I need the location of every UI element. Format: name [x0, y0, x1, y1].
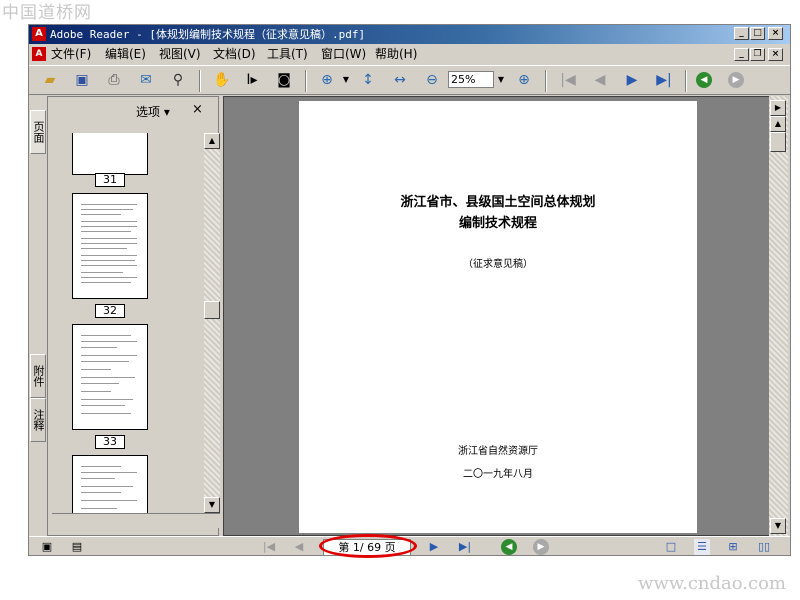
window-title: Adobe Reader - [体规划编制技术规程（征求意见稿）.pdf]: [50, 28, 366, 41]
status-previous-page-icon[interactable]: ◀: [291, 539, 307, 555]
continuous-icon[interactable]: ☰: [694, 539, 710, 555]
scroll-up-icon[interactable]: ▲: [204, 133, 220, 149]
document-icon: A: [32, 47, 46, 61]
thumbnail-hscrollbar[interactable]: [52, 513, 220, 528]
scroll-up-icon[interactable]: ▲: [770, 116, 786, 132]
previous-page-icon[interactable]: ◀: [589, 70, 611, 90]
panel-toggle-icon[interactable]: ▶: [770, 100, 786, 116]
scroll-thumb[interactable]: [204, 301, 220, 319]
zoom-out-icon[interactable]: ⊖: [421, 70, 443, 90]
document-title-line2: 编制技术规程: [458, 216, 537, 231]
scroll-down-icon[interactable]: ▼: [770, 518, 786, 534]
thumbnail-scrollbar[interactable]: ▲ ▼: [204, 133, 220, 513]
adobe-icon: A: [32, 27, 46, 41]
thumbnail-page[interactable]: [72, 133, 148, 175]
open-icon[interactable]: ▰: [39, 70, 61, 90]
tab-pages[interactable]: 页面: [30, 110, 46, 154]
close-button[interactable]: ×: [768, 27, 783, 40]
doc-close-button[interactable]: ×: [768, 48, 783, 61]
single-page-icon[interactable]: □: [663, 539, 679, 555]
previous-view-icon[interactable]: ◀: [696, 72, 712, 88]
navigation-tabs: 页面 附件 注释: [29, 96, 47, 536]
status-next-page-icon[interactable]: ▶: [426, 539, 442, 555]
status-last-page-icon[interactable]: ▶|: [457, 539, 473, 555]
highlight-circle: [319, 534, 417, 558]
status-next-view-icon[interactable]: ▶: [533, 539, 549, 555]
adobe-reader-window: A Adobe Reader - [体规划编制技术规程（征求意见稿）.pdf] …: [28, 24, 791, 558]
toolbar-separator: [199, 70, 201, 92]
binoculars-icon[interactable]: ⚲: [167, 70, 189, 90]
document-subtitle: （征求意见稿）: [463, 259, 533, 270]
scroll-down-icon[interactable]: ▼: [204, 497, 220, 513]
thumbnail-page[interactable]: [72, 455, 148, 513]
options-menu[interactable]: 选项 ▾: [136, 103, 170, 120]
document-page: 浙江省市、县级国土空间总体规划 编制技术规程 （征求意见稿） 浙江省自然资源厅 …: [299, 101, 697, 533]
menu-window[interactable]: 窗口(W): [321, 47, 366, 62]
minimize-button[interactable]: _: [734, 27, 749, 40]
thumbnail-page-number: 33: [95, 435, 125, 449]
actual-size-icon[interactable]: ↕: [357, 70, 379, 90]
document-issuer: 浙江省自然资源厅: [458, 446, 538, 457]
doc-restore-button[interactable]: ❐: [750, 48, 765, 61]
thumbnail-page[interactable]: [72, 324, 148, 430]
menu-document[interactable]: 文档(D): [213, 47, 256, 62]
tab-comments[interactable]: 注释: [30, 398, 46, 442]
zoom-dropdown-arrow-icon[interactable]: ▼: [495, 71, 507, 88]
toolbar: ▰ ▣ ⎙ ✉ ⚲ ✋ I▸ ◙ ⊕ ▼ ↕ ↔ ⊖ 25% ▼ ⊕ |◀ ◀ …: [29, 65, 790, 95]
last-page-icon[interactable]: ▶|: [653, 70, 675, 90]
menu-view[interactable]: 视图(V): [159, 47, 201, 62]
document-properties-icon[interactable]: ▤: [69, 539, 85, 555]
monitor-icon[interactable]: ▣: [39, 539, 55, 555]
continuous-facing-icon[interactable]: ⊞: [725, 539, 741, 555]
thumbnail-list: 31 32 33: [52, 133, 203, 513]
zoom-input[interactable]: 25%: [448, 71, 494, 88]
email-icon[interactable]: ✉: [135, 70, 157, 90]
facing-icon[interactable]: ▯▯: [756, 539, 772, 555]
zoom-tool-dropdown-icon[interactable]: ▼: [335, 70, 357, 90]
document-scrollbar[interactable]: ▶ ▲ ▼: [769, 96, 788, 536]
panel-close-icon[interactable]: ×: [192, 102, 203, 117]
thumbnail-page-number: 31: [95, 173, 125, 187]
status-bar: ▣ ▤ |◀ ◀ 第 1/ 69 页 ▶ ▶| ◀ ▶ □ ☰ ⊞ ▯▯: [29, 534, 790, 558]
document-title-line1: 浙江省市、县级国土空间总体规划: [400, 195, 596, 210]
zoom-in-icon[interactable]: ⊕: [513, 70, 535, 90]
menu-bar: A 文件(F) 编辑(E) 视图(V) 文档(D) 工具(T) 窗口(W) 帮助…: [29, 44, 790, 64]
menu-tools[interactable]: 工具(T): [267, 47, 308, 62]
doc-minimize-button[interactable]: _: [734, 48, 749, 61]
menu-help[interactable]: 帮助(H): [375, 47, 417, 62]
document-view[interactable]: 浙江省市、县级国土空间总体规划 编制技术规程 （征求意见稿） 浙江省自然资源厅 …: [223, 96, 788, 536]
title-bar: A Adobe Reader - [体规划编制技术规程（征求意见稿）.pdf] …: [29, 25, 790, 44]
print-icon[interactable]: ⎙: [103, 70, 125, 90]
status-previous-view-icon[interactable]: ◀: [501, 539, 517, 555]
panel-header: 选项 ▾ ×: [48, 97, 218, 123]
thumbnail-page[interactable]: [72, 193, 148, 299]
save-icon[interactable]: ▣: [71, 70, 93, 90]
tab-attachments[interactable]: 附件: [30, 354, 46, 398]
pages-panel: 选项 ▾ × 31 32 33 ▲ ▼: [47, 96, 220, 536]
menu-file[interactable]: 文件(F): [51, 47, 91, 62]
hand-tool-icon[interactable]: ✋: [211, 70, 233, 90]
document-date: 二〇一九年八月: [463, 469, 533, 480]
toolbar-separator: [305, 70, 307, 92]
status-first-page-icon[interactable]: |◀: [261, 539, 277, 555]
menu-edit[interactable]: 编辑(E): [105, 47, 146, 62]
scroll-thumb[interactable]: [770, 132, 786, 152]
next-page-icon[interactable]: ▶: [621, 70, 643, 90]
watermark-url: www.cndao.com: [638, 573, 786, 594]
snapshot-icon[interactable]: ◙: [273, 70, 295, 90]
toolbar-separator: [685, 70, 687, 92]
fit-width-icon[interactable]: ↔: [389, 70, 411, 90]
first-page-icon[interactable]: |◀: [557, 70, 579, 90]
thumbnail-page-number: 32: [95, 304, 125, 318]
next-view-icon[interactable]: ▶: [728, 72, 744, 88]
watermark-logo-text: 中国道桥网: [2, 3, 92, 23]
toolbar-separator: [545, 70, 547, 92]
select-text-icon[interactable]: I▸: [241, 70, 263, 90]
maximize-button[interactable]: □: [750, 27, 765, 40]
